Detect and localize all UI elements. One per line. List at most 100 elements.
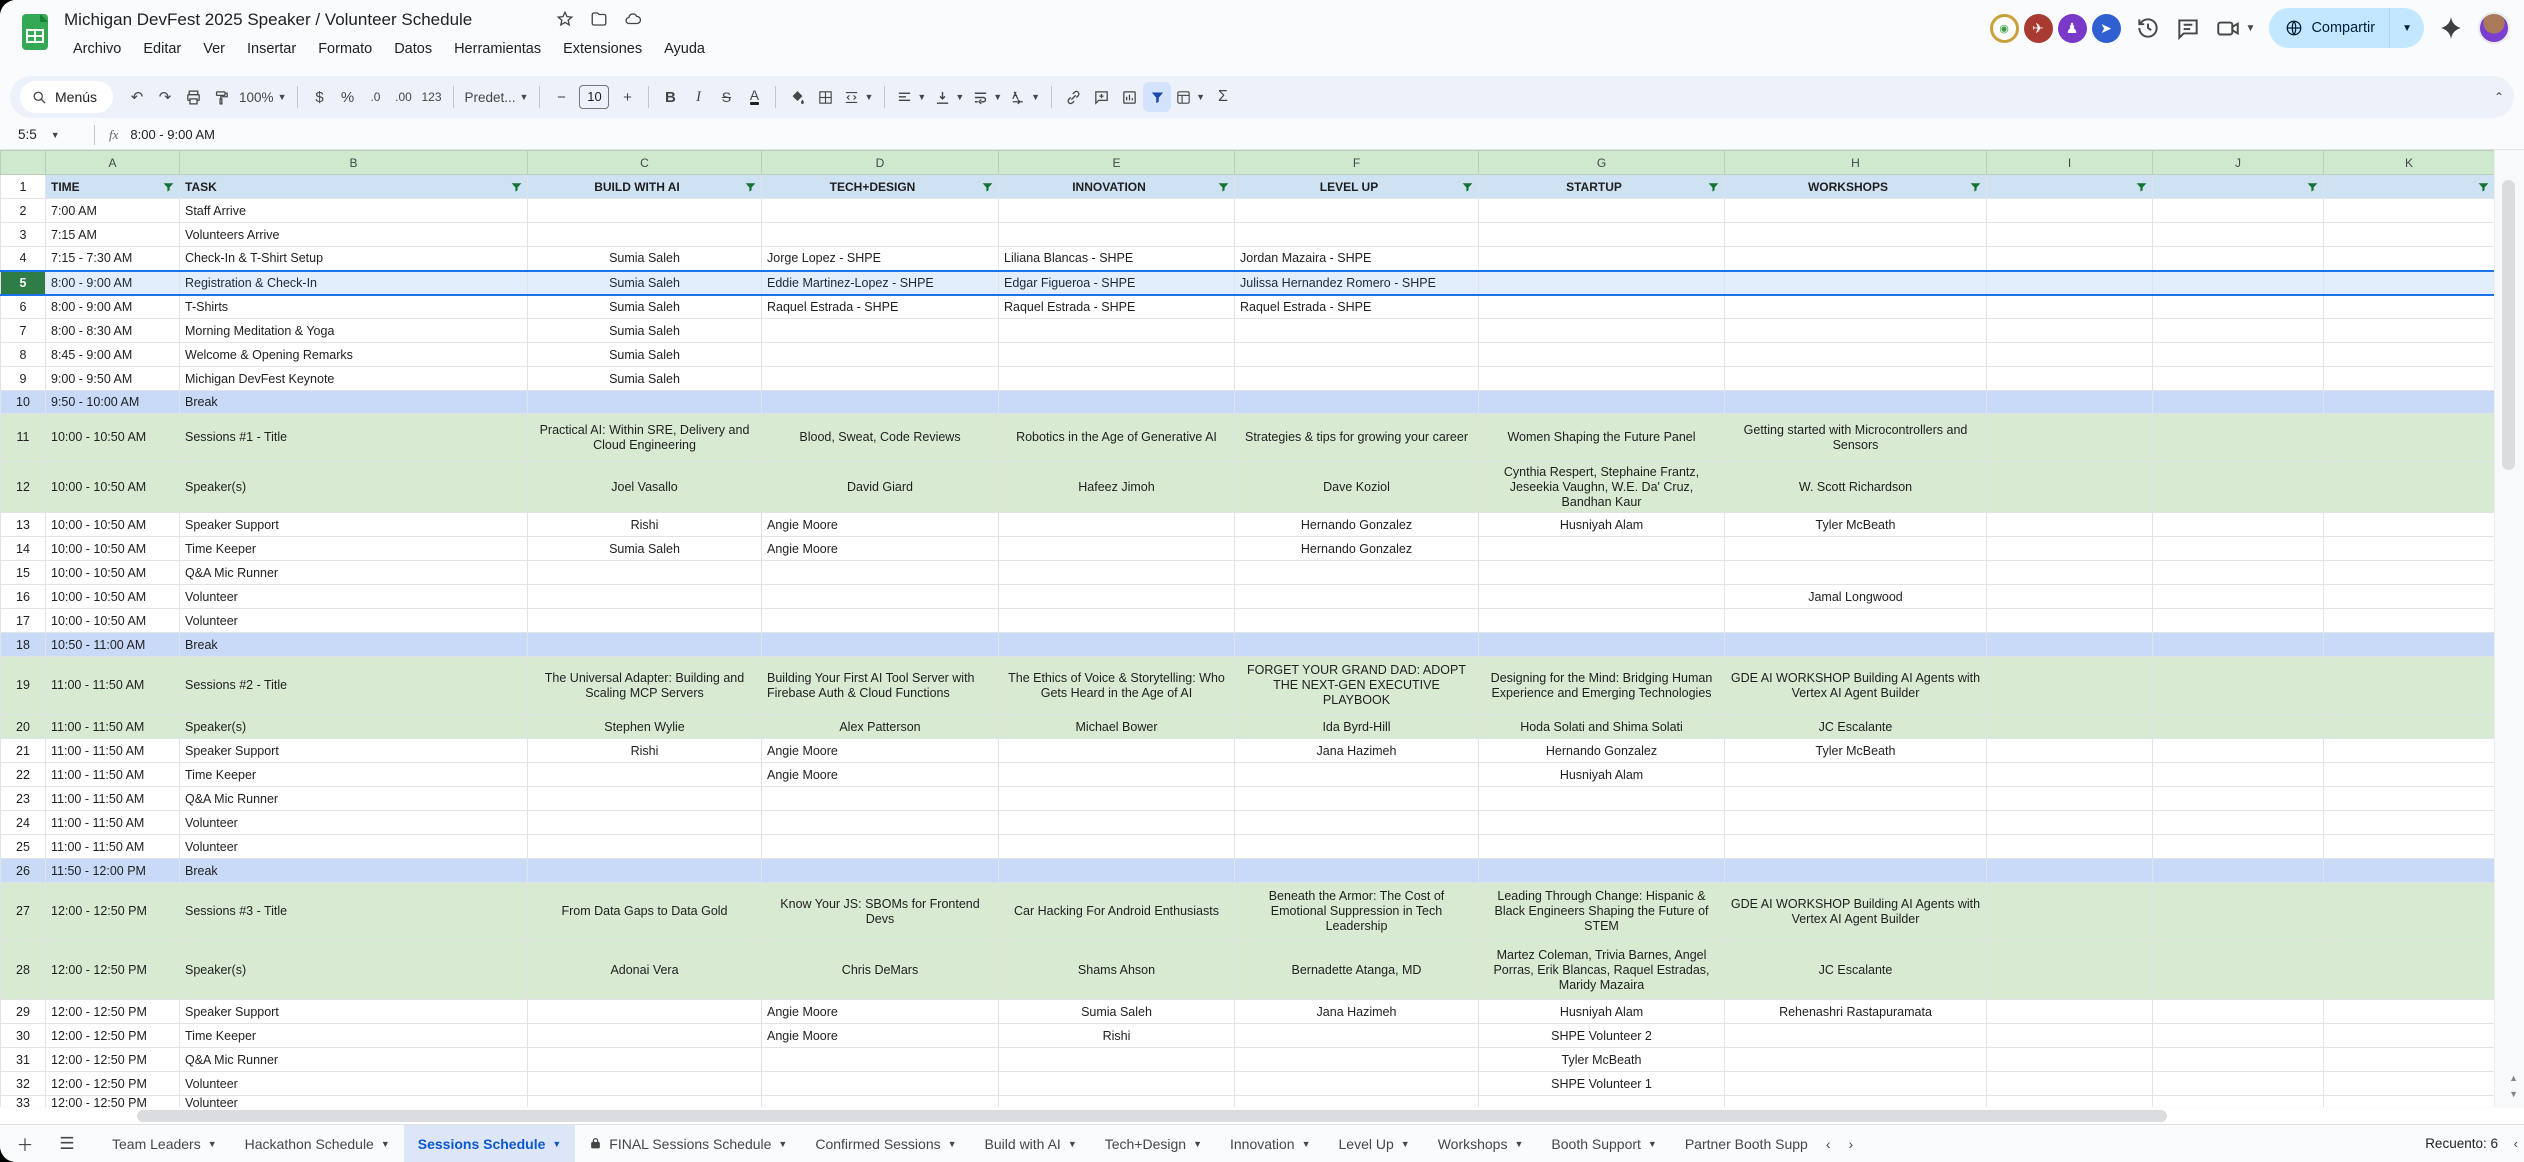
cell-K21[interactable] [2324, 739, 2495, 763]
cell-A3[interactable]: 7:15 AM [46, 223, 180, 247]
cell-J17[interactable] [2153, 609, 2324, 633]
cell-D19[interactable]: Building Your First AI Tool Server with … [762, 657, 999, 715]
tabs-scroll-left-icon[interactable]: ‹ [1826, 1136, 1831, 1152]
cell-J33[interactable] [2153, 1096, 2324, 1108]
tab-dropdown-icon[interactable]: ▼ [1068, 1139, 1077, 1149]
column-header-H[interactable]: H [1725, 151, 1987, 175]
cell-D28[interactable]: Chris DeMars [762, 941, 999, 1000]
cell-D7[interactable] [762, 319, 999, 343]
cell-G4[interactable] [1479, 247, 1725, 271]
cell-K22[interactable] [2324, 763, 2495, 787]
cell-J16[interactable] [2153, 585, 2324, 609]
cell-C27[interactable]: From Data Gaps to Data Gold [528, 883, 762, 941]
cell-D6[interactable]: Raquel Estrada - SHPE [762, 295, 999, 319]
row-header-1[interactable]: 1 [1, 175, 46, 199]
cell-K17[interactable] [2324, 609, 2495, 633]
cell-I25[interactable] [1987, 835, 2153, 859]
cell-A33[interactable]: 12:00 - 12:50 PM [46, 1096, 180, 1108]
strikethrough-button[interactable]: S [712, 82, 740, 112]
text-rotation-button[interactable]: ▼ [1006, 82, 1044, 112]
cell-J26[interactable] [2153, 859, 2324, 883]
cell-A5[interactable]: 8:00 - 9:00 AM [46, 271, 180, 295]
column-header-J[interactable]: J [2153, 151, 2324, 175]
cell-J6[interactable] [2153, 295, 2324, 319]
cell-I24[interactable] [1987, 811, 2153, 835]
cell-G20[interactable]: Hoda Solati and Shima Solati [1479, 715, 1725, 739]
cell-D10[interactable] [762, 391, 999, 414]
cell-G25[interactable] [1479, 835, 1725, 859]
cell-H15[interactable] [1725, 561, 1987, 585]
cell-J15[interactable] [2153, 561, 2324, 585]
cell-K24[interactable] [2324, 811, 2495, 835]
cell-H32[interactable] [1725, 1072, 1987, 1096]
column-header-B[interactable]: B [180, 151, 528, 175]
filter-funnel-icon[interactable] [981, 180, 994, 193]
cell-C2[interactable] [528, 199, 762, 223]
cell-D3[interactable] [762, 223, 999, 247]
cell-H28[interactable]: JC Escalante [1725, 941, 1987, 1000]
move-folder-icon[interactable] [590, 10, 608, 28]
row-header-14[interactable]: 14 [1, 537, 46, 561]
filter-funnel-icon[interactable] [1217, 180, 1230, 193]
cell-G31[interactable]: Tyler McBeath [1479, 1048, 1725, 1072]
menu-insertar[interactable]: Insertar [238, 38, 305, 60]
cell-B28[interactable]: Speaker(s) [180, 941, 528, 1000]
cell-H30[interactable] [1725, 1024, 1987, 1048]
cell-H16[interactable]: Jamal Longwood [1725, 585, 1987, 609]
cell-B16[interactable]: Volunteer [180, 585, 528, 609]
cell-F11[interactable]: Strategies & tips for growing your caree… [1235, 414, 1479, 462]
cell-C28[interactable]: Adonai Vera [528, 941, 762, 1000]
row-header-2[interactable]: 2 [1, 199, 46, 223]
cell-A14[interactable]: 10:00 - 10:50 AM [46, 537, 180, 561]
row-header-6[interactable]: 6 [1, 295, 46, 319]
cell-G26[interactable] [1479, 859, 1725, 883]
cell-F32[interactable] [1235, 1072, 1479, 1096]
horizontal-scrollbar[interactable] [0, 1108, 2524, 1124]
formula-input[interactable]: 8:00 - 9:00 AM [130, 127, 215, 142]
cell-J27[interactable] [2153, 883, 2324, 941]
cell-J30[interactable] [2153, 1024, 2324, 1048]
cell-G9[interactable] [1479, 367, 1725, 391]
cell-B11[interactable]: Sessions #1 - Title [180, 414, 528, 462]
row-header-21[interactable]: 21 [1, 739, 46, 763]
cell-D21[interactable]: Angie Moore [762, 739, 999, 763]
cell-E19[interactable]: The Ethics of Voice & Storytelling: Who … [999, 657, 1235, 715]
paint-format-button[interactable] [207, 82, 235, 112]
sheet-tab-booth-support[interactable]: Booth Support▼ [1537, 1125, 1670, 1162]
cell-K27[interactable] [2324, 883, 2495, 941]
cell-F16[interactable] [1235, 585, 1479, 609]
cell-I20[interactable] [1987, 715, 2153, 739]
cell-G32[interactable]: SHPE Volunteer 1 [1479, 1072, 1725, 1096]
cell-E13[interactable] [999, 513, 1235, 537]
cell-D33[interactable] [762, 1096, 999, 1108]
row-header-19[interactable]: 19 [1, 657, 46, 715]
cell-I29[interactable] [1987, 1000, 2153, 1024]
cell-C1[interactable]: BUILD WITH AI [528, 175, 762, 199]
tabs-scroll-right-icon[interactable]: › [1849, 1136, 1854, 1152]
cell-A8[interactable]: 8:45 - 9:00 AM [46, 343, 180, 367]
cell-A18[interactable]: 10:50 - 11:00 AM [46, 633, 180, 657]
cell-J25[interactable] [2153, 835, 2324, 859]
cell-C26[interactable] [528, 859, 762, 883]
filter-funnel-icon[interactable] [744, 180, 757, 193]
menu-formato[interactable]: Formato [309, 38, 381, 60]
cell-A25[interactable]: 11:00 - 11:50 AM [46, 835, 180, 859]
add-sheet-button[interactable]: ＋ [8, 1127, 42, 1161]
cell-D24[interactable] [762, 811, 999, 835]
collaborator-avatar[interactable]: ✈ [2024, 14, 2053, 43]
row-header-24[interactable]: 24 [1, 811, 46, 835]
document-title[interactable]: Michigan DevFest 2025 Speaker / Voluntee… [64, 10, 472, 30]
cell-G27[interactable]: Leading Through Change: Hispanic & Black… [1479, 883, 1725, 941]
collaborator-avatar[interactable]: ◉ [1990, 14, 2019, 43]
cell-F13[interactable]: Hernando Gonzalez [1235, 513, 1479, 537]
cell-I2[interactable] [1987, 199, 2153, 223]
row-header-15[interactable]: 15 [1, 561, 46, 585]
cell-D15[interactable] [762, 561, 999, 585]
print-button[interactable] [179, 82, 207, 112]
cell-F10[interactable] [1235, 391, 1479, 414]
cell-K15[interactable] [2324, 561, 2495, 585]
row-header-26[interactable]: 26 [1, 859, 46, 883]
tab-dropdown-icon[interactable]: ▼ [1193, 1139, 1202, 1149]
cell-K12[interactable] [2324, 462, 2495, 513]
cell-G8[interactable] [1479, 343, 1725, 367]
